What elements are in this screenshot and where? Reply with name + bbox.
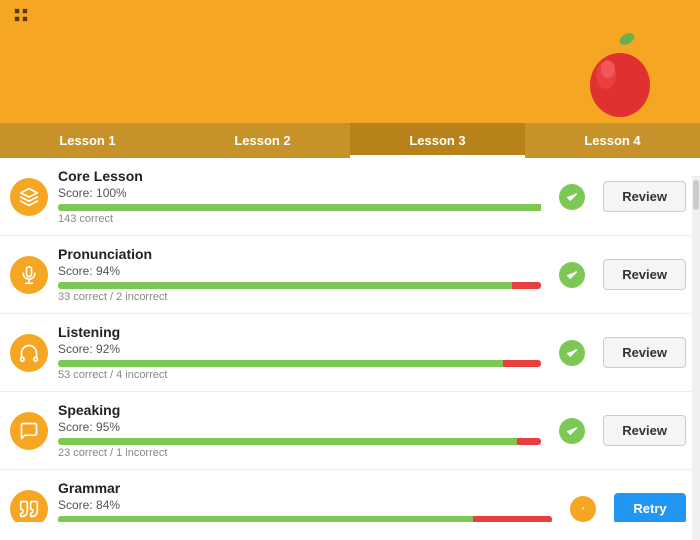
progress-bar-speaking xyxy=(58,438,541,445)
lesson-tabs: Lesson 1Lesson 2Lesson 3Lesson 4 xyxy=(0,123,700,158)
score-text-listening: Score: 92% xyxy=(58,342,541,356)
action-button-listening[interactable]: Review xyxy=(603,337,686,368)
layers-icon xyxy=(10,178,48,216)
show-menu-button[interactable] xyxy=(14,8,34,25)
progress-bar-pronunciation xyxy=(58,282,541,289)
lesson-info-grammar: GrammarScore: 84%44 correct / 8 incorrec… xyxy=(58,480,552,522)
score-text-core-lesson: Score: 100% xyxy=(58,186,541,200)
lesson-name-pronunciation: Pronunciation xyxy=(58,246,541,262)
lesson-row-pronunciation: Pronunciation Score: 94% 33 correct / 2 in… xyxy=(0,236,700,314)
tab-lesson1[interactable]: Lesson 1 xyxy=(0,123,175,158)
lesson-row-speaking: Speaking Score: 95% 23 correct / 1 incorre… xyxy=(0,392,700,470)
mic-icon xyxy=(10,256,48,294)
score-text-grammar: Score: 84% xyxy=(58,498,552,512)
headphone-icon xyxy=(10,334,48,372)
header xyxy=(0,33,700,123)
status-icon-core-lesson xyxy=(559,184,585,210)
lesson-name-listening: Listening xyxy=(58,324,541,340)
grid-icon xyxy=(14,8,28,25)
progress-bar-core-lesson xyxy=(58,204,541,211)
lesson-info-core-lesson: Core Lesson Score: 100% 143 correct xyxy=(58,168,541,225)
progress-bar-grammar xyxy=(58,516,552,522)
lesson-row-grammar: GrammarScore: 84%44 correct / 8 incorrec… xyxy=(0,470,700,522)
lesson-row-core-lesson: Core Lesson Score: 100% 143 correct Review xyxy=(0,158,700,236)
lesson-info-speaking: Speaking Score: 95% 23 correct / 1 incorre… xyxy=(58,402,541,459)
status-icon-grammar xyxy=(570,496,596,522)
tab-lesson4[interactable]: Lesson 4 xyxy=(525,123,700,158)
lessons-content: Core Lesson Score: 100% 143 correct Review P… xyxy=(0,158,700,522)
lesson-info-listening: Listening Score: 92% 53 correct / 4 incorr… xyxy=(58,324,541,381)
quote-icon xyxy=(10,490,48,523)
correct-text-listening: 53 correct / 4 incorrect xyxy=(58,369,541,381)
status-icon-listening xyxy=(559,340,585,366)
lesson-name-speaking: Speaking xyxy=(58,402,541,418)
action-button-core-lesson[interactable]: Review xyxy=(603,181,686,212)
correct-text-speaking: 23 correct / 1 incorrect xyxy=(58,447,541,459)
action-button-pronunciation[interactable]: Review xyxy=(603,259,686,290)
status-icon-speaking xyxy=(559,418,585,444)
correct-text-core-lesson: 143 correct xyxy=(58,213,541,225)
action-button-grammar[interactable]: Retry xyxy=(614,493,686,522)
lesson-name-grammar: Grammar xyxy=(58,480,552,496)
lesson-info-pronunciation: Pronunciation Score: 94% 33 correct / 2 in… xyxy=(58,246,541,303)
action-button-speaking[interactable]: Review xyxy=(603,415,686,446)
progress-bar-listening xyxy=(58,360,541,367)
lesson-row-listening: Listening Score: 92% 53 correct / 4 incorr… xyxy=(0,314,700,392)
lesson-name-core-lesson: Core Lesson xyxy=(58,168,541,184)
scrollbar[interactable] xyxy=(692,176,700,540)
tab-lesson3[interactable]: Lesson 3 xyxy=(350,123,525,158)
top-bar xyxy=(0,0,700,33)
score-text-speaking: Score: 95% xyxy=(58,420,541,434)
correct-text-pronunciation: 33 correct / 2 incorrect xyxy=(58,291,541,303)
status-icon-pronunciation xyxy=(559,262,585,288)
tab-lesson2[interactable]: Lesson 2 xyxy=(175,123,350,158)
bubble-icon xyxy=(10,412,48,450)
apple-illustration xyxy=(580,33,660,123)
score-text-pronunciation: Score: 94% xyxy=(58,264,541,278)
